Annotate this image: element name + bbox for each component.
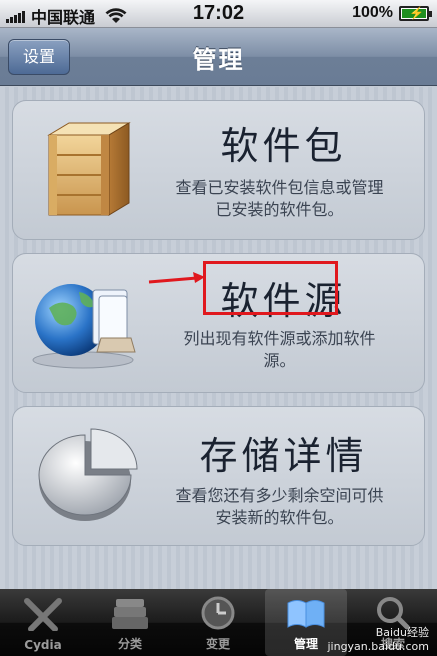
page-title: 管理 (192, 46, 245, 74)
globe-sources-icon (32, 284, 136, 369)
clock-icon (201, 596, 235, 630)
status-right: 100% ⚡ (352, 4, 432, 22)
watermark-line: jingyan.baidu.com (327, 640, 429, 653)
card-description-line: 安装新的软件包。 (215, 508, 344, 527)
card-description-line: 查看您还有多少剩余空间可供 (175, 486, 384, 505)
tab-sections[interactable]: 分类 (89, 589, 171, 656)
card-title: 存储详情 (199, 434, 368, 478)
tab-changes[interactable]: 变更 (177, 589, 259, 656)
card-description: 列出现有软件源或添加软件 源。 (153, 328, 406, 372)
watermark-line: Baidu经验 (375, 626, 429, 639)
tab-cydia[interactable]: Cydia (2, 589, 84, 656)
card-description-line: 查看已安装软件包信息或管理 (175, 178, 384, 197)
card-storage[interactable]: 存储详情 查看您还有多少剩余空间可供 安装新的软件包。 (12, 406, 425, 546)
card-description-line: 已安装的软件包。 (215, 200, 344, 219)
cydia-icon (24, 598, 62, 631)
card-description: 查看您还有多少剩余空间可供 安装新的软件包。 (153, 485, 406, 529)
tab-label: 分类 (117, 637, 142, 651)
tab-bar: Cydia 分类 变更 管理 搜索 Baidu经验 jingyan.baidu.… (0, 589, 437, 656)
navigation-bar: 设置 管理 (0, 28, 437, 86)
card-description-line: 源。 (263, 351, 296, 370)
pie-chart-icon (38, 428, 138, 521)
card-packages[interactable]: 软件包 查看已安装软件包信息或管理 已安装的软件包。 (12, 100, 425, 240)
card-title: 软件包 (220, 124, 347, 168)
battery-icon: ⚡ (399, 5, 432, 21)
wooden-box-icon (47, 122, 131, 216)
status-bar: 中国联通 17:02 100% ⚡ (0, 0, 437, 28)
tab-label: 变更 (205, 637, 230, 651)
card-description: 查看已安装软件包信息或管理 已安装的软件包。 (153, 177, 406, 221)
watermark: Baidu经验 jingyan.baidu.com (327, 626, 429, 654)
battery-percent: 100% (352, 4, 393, 21)
main-content: 软件包 查看已安装软件包信息或管理 已安装的软件包。 软件源 列出现有软件源或添… (0, 87, 437, 589)
tab-label: Cydia (24, 638, 62, 652)
highlight-box-annotation (203, 261, 338, 315)
card-description-line: 列出现有软件源或添加软件 (183, 329, 376, 348)
book-icon (287, 600, 325, 628)
sections-icon (112, 599, 148, 629)
